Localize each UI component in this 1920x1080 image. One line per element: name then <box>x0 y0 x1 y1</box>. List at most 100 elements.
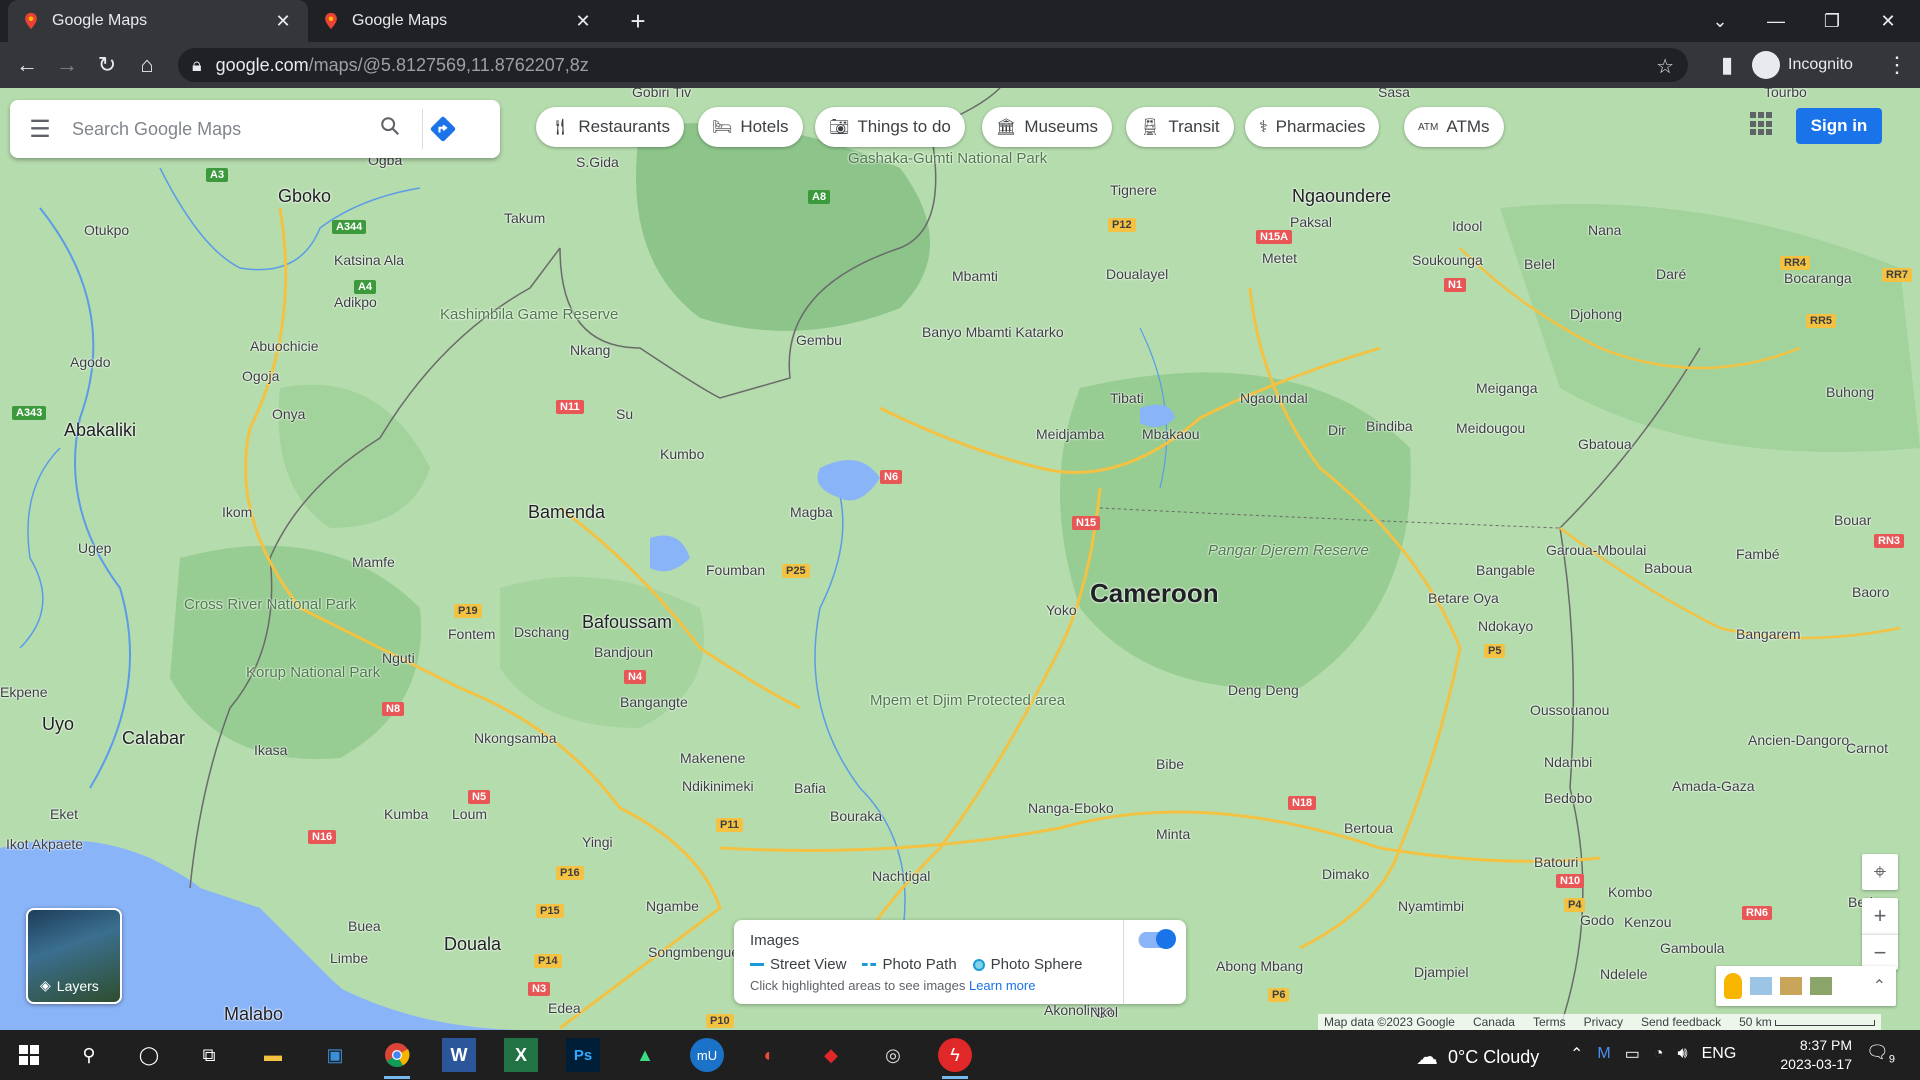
incognito-profile[interactable]: Incognito <box>1752 48 1853 82</box>
town-label: Doualayel <box>1106 266 1169 282</box>
sign-in-button[interactable]: Sign in <box>1796 108 1882 144</box>
home-icon[interactable]: ⌂ <box>130 48 164 82</box>
thumbnail-image[interactable] <box>1810 977 1832 995</box>
road-shield: A4 <box>354 280 377 294</box>
chip-atms[interactable]: ATM ATMs <box>1404 107 1504 147</box>
close-window-button[interactable]: ✕ <box>1860 0 1916 42</box>
chip-label: Hotels <box>740 117 789 136</box>
chip-label: Things to do <box>857 117 951 136</box>
scale-text: 50 km <box>1739 1015 1772 1029</box>
tab-close-icon[interactable]: ✕ <box>272 11 294 32</box>
terms-link[interactable]: Terms <box>1533 1015 1566 1029</box>
language-indicator[interactable]: ENG <box>1702 1045 1737 1063</box>
task-view-icon[interactable]: ⧉ <box>192 1038 226 1072</box>
tab-strip: Google Maps ✕ Google Maps ✕ + ⌄ — ❐ ✕ <box>0 0 1920 42</box>
road-shield: P12 <box>1108 218 1136 232</box>
town-label: Mbamti <box>952 268 998 284</box>
back-button[interactable]: ← <box>10 48 44 82</box>
windows-start-icon[interactable] <box>12 1038 46 1072</box>
clock[interactable]: 8:37 PM 2023-03-17 <box>1766 1036 1852 1074</box>
media-app-icon[interactable]: ◐ <box>752 1038 786 1072</box>
file-explorer-icon[interactable]: ▬ <box>256 1038 290 1072</box>
photoshop-icon[interactable]: Ps <box>566 1038 600 1072</box>
town-label: Buea <box>348 918 381 934</box>
notification-count: 9 <box>1888 1053 1895 1066</box>
thumbnail-image[interactable] <box>1780 977 1802 995</box>
park-label: Gashaka-Gumti National Park <box>848 150 1048 167</box>
zoom-in-button[interactable]: + <box>1862 898 1898 934</box>
layers-button[interactable]: ◈ Layers <box>26 908 122 1004</box>
tab-google-maps-1[interactable]: Google Maps ✕ <box>8 0 308 42</box>
town-label: Tignere <box>1110 182 1157 198</box>
directions-icon[interactable] <box>422 109 462 149</box>
chrome-icon[interactable] <box>380 1038 414 1079</box>
tray-chevron-icon[interactable]: ⌃ <box>1570 1044 1583 1064</box>
town-label: Ngambe <box>646 898 699 914</box>
excel-icon[interactable]: X <box>504 1038 538 1072</box>
town-label: Betare Oya <box>1428 590 1499 606</box>
search-icon[interactable] <box>370 115 410 143</box>
search-icon[interactable]: ⚲ <box>72 1038 106 1072</box>
maximize-button[interactable]: ❐ <box>1804 0 1860 42</box>
images-toggle[interactable] <box>1138 929 1176 949</box>
cortana-icon[interactable]: ◯ <box>132 1038 166 1072</box>
scale-label[interactable]: 50 km <box>1739 1015 1876 1029</box>
mu-app-icon[interactable]: mU <box>690 1038 724 1072</box>
chip-museums[interactable]: 🏛︎ Museums <box>982 107 1112 147</box>
disc-app-icon[interactable]: ◎ <box>876 1038 910 1072</box>
legend-label: Photo Path <box>882 956 957 973</box>
tab-google-maps-2[interactable]: Google Maps ✕ <box>308 0 608 42</box>
wifi-icon[interactable]: ◔ <box>1654 1045 1664 1063</box>
expand-chevron-icon[interactable]: ⌃ <box>1873 976 1886 996</box>
bookmark-star-icon[interactable]: ☆ <box>1656 54 1674 79</box>
control-panel-icon[interactable]: ▣ <box>318 1038 352 1072</box>
android-app-icon[interactable]: ▲ <box>628 1038 662 1072</box>
thumbnail-image[interactable] <box>1750 977 1772 995</box>
my-location-button[interactable]: ⌖ <box>1862 854 1898 890</box>
address-bar[interactable]: 🔒︎ google.com/maps/@5.8127569,11.8762207… <box>178 48 1688 82</box>
notification-center-icon[interactable]: 🗨︎9 <box>1866 1042 1895 1066</box>
road-shield: P14 <box>534 954 562 968</box>
chip-label: Pharmacies <box>1275 117 1366 136</box>
forward-button[interactable]: → <box>50 48 84 82</box>
town-label: Bindiba <box>1366 418 1413 434</box>
pegman-icon[interactable] <box>1724 973 1742 999</box>
menu-kebab-icon[interactable]: ⋮ <box>1880 48 1914 82</box>
tab-close-icon[interactable]: ✕ <box>572 11 594 32</box>
learn-more-link[interactable]: Learn more <box>969 978 1035 993</box>
side-panel-icon[interactable]: ▮ <box>1710 48 1744 82</box>
clock-time: 8:37 PM <box>1799 1037 1852 1053</box>
road-shield: RR7 <box>1882 268 1913 282</box>
map-canvas[interactable]: Cameroon Bamenda Bafoussam Douala Calaba… <box>0 88 1920 1030</box>
town-label: Nkang <box>570 342 611 358</box>
privacy-link[interactable]: Privacy <box>1584 1015 1623 1029</box>
town-label: Adikpo <box>334 294 377 310</box>
google-apps-icon[interactable] <box>1750 112 1774 136</box>
town-label: Djohong <box>1570 306 1623 322</box>
tab-search-chevron-icon[interactable]: ⌄ <box>1692 0 1748 42</box>
word-icon[interactable]: W <box>442 1038 476 1072</box>
reload-button[interactable]: ↻ <box>90 48 124 82</box>
chip-pharmacies[interactable]: ⚕︎ Pharmacies <box>1245 107 1380 147</box>
new-tab-button[interactable]: + <box>622 6 654 38</box>
minimize-button[interactable]: — <box>1748 0 1804 42</box>
send-feedback-link[interactable]: Send feedback <box>1641 1015 1721 1029</box>
lock-icon[interactable]: 🔒︎ <box>192 55 202 76</box>
hamburger-menu-icon[interactable]: ☰ <box>10 115 70 144</box>
chip-hotels[interactable]: 🛏︎ Hotels <box>698 107 803 147</box>
search-input[interactable] <box>70 117 370 141</box>
tray-app-icon[interactable]: M <box>1597 1045 1610 1063</box>
chip-restaurants[interactable]: 🍴︎ Restaurants <box>536 107 684 147</box>
region-link[interactable]: Canada <box>1473 1015 1515 1029</box>
town-label: Bouraka <box>830 808 883 824</box>
recorder-app-icon[interactable]: ◆ <box>814 1038 848 1072</box>
town-label: Batouri <box>1534 854 1579 870</box>
volume-icon[interactable]: 🔊︎ <box>1678 1045 1688 1063</box>
zoom-out-button[interactable]: − <box>1862 934 1898 970</box>
chip-things-to-do[interactable]: 📷︎ Things to do <box>815 107 965 147</box>
scale-bar <box>1775 1020 1876 1026</box>
weather-widget[interactable]: ☁ 0°C Cloudy <box>1416 1044 1539 1070</box>
battery-icon[interactable]: ▭ <box>1625 1044 1640 1064</box>
chip-transit[interactable]: 🚆︎ Transit <box>1126 107 1234 147</box>
flash-app-icon[interactable]: ϟ <box>938 1038 972 1079</box>
